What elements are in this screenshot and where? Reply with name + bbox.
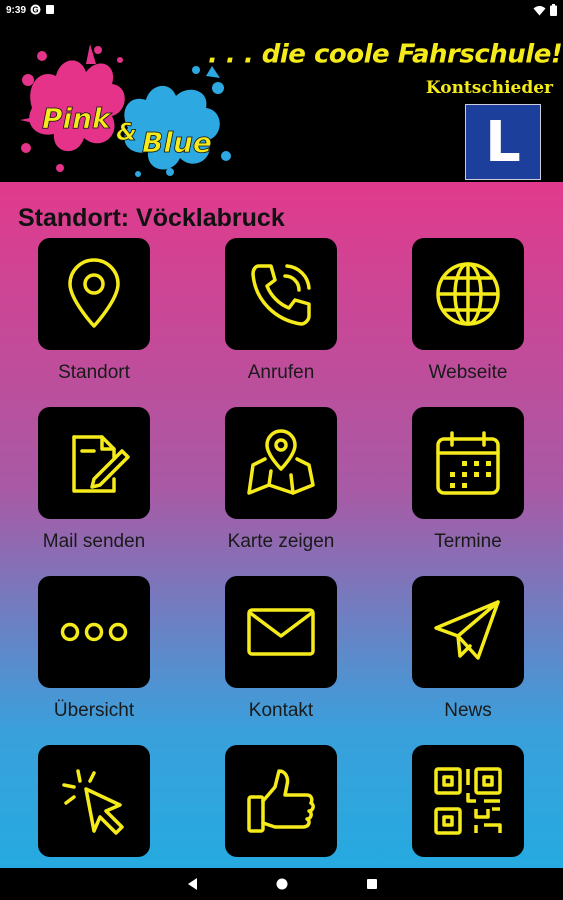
phone-icon <box>251 264 311 326</box>
tile-news-label: News <box>444 700 492 721</box>
tile-webseite-label: Webseite <box>428 362 508 383</box>
tile-qr[interactable] <box>398 745 538 868</box>
tile-anrufen-label: Anrufen <box>247 362 315 383</box>
tile-uebersicht-box[interactable] <box>38 576 150 688</box>
tile-mail-senden-box[interactable] <box>38 407 150 519</box>
tile-news-box[interactable] <box>412 576 524 688</box>
wifi-icon <box>533 5 546 15</box>
tile-news[interactable]: News <box>398 576 538 722</box>
thumbs-up-icon <box>247 769 315 833</box>
status-bar: 9:39 G <box>0 0 563 22</box>
cursor-click-icon <box>62 769 124 835</box>
tile-standort[interactable]: Standort <box>24 238 164 384</box>
main-content: Standort: Vöcklabruck Standort Anrufen W… <box>0 182 563 868</box>
tile-termine[interactable]: Termine <box>398 407 538 553</box>
recents-icon[interactable] <box>365 876 379 892</box>
tile-anrufen[interactable]: Anrufen <box>211 238 351 384</box>
edit-document-icon <box>72 435 130 493</box>
back-icon[interactable] <box>185 876 199 892</box>
system-nav-bar <box>0 868 563 900</box>
tile-anrufen-box[interactable] <box>225 238 337 350</box>
tile-karte-zeigen-label: Karte zeigen <box>227 531 335 552</box>
tile-standort-box[interactable] <box>38 238 150 350</box>
tile-kontakt-box[interactable] <box>225 576 337 688</box>
tile-cursor-box[interactable] <box>38 745 150 857</box>
paper-plane-icon <box>434 600 500 660</box>
tile-termine-label: Termine <box>434 531 502 552</box>
tile-qr-box[interactable] <box>412 745 524 857</box>
slogan: . . . die coole Fahrschule!® <box>208 38 563 70</box>
calendar-icon <box>436 431 500 495</box>
brand-name: Kontschieder <box>425 78 553 98</box>
tile-karte-zeigen[interactable]: Karte zeigen <box>211 407 351 553</box>
tile-karte-zeigen-box[interactable] <box>225 407 337 519</box>
learner-badge: L <box>465 104 541 180</box>
slogan-text: . . . die coole Fahrschule! <box>208 39 563 70</box>
notification-icon <box>46 5 54 14</box>
badge-letter: L <box>485 109 521 175</box>
tile-like[interactable] <box>211 745 351 868</box>
tile-kontakt[interactable]: Kontakt <box>211 576 351 722</box>
g-icon: G <box>30 4 41 15</box>
app-header: Pink & Blue . . . die coole Fahrschule!®… <box>0 22 563 182</box>
map-icon <box>247 429 315 495</box>
location-title: Standort: Vöcklabruck <box>18 204 285 232</box>
status-time: 9:39 <box>6 5 27 16</box>
tile-mail-senden[interactable]: Mail senden <box>24 407 164 553</box>
location-pin-icon <box>68 258 120 328</box>
logo-text-blue: Blue <box>142 126 212 159</box>
qr-code-icon <box>434 767 502 835</box>
tile-mail-senden-label: Mail senden <box>42 531 146 552</box>
globe-icon <box>436 262 500 326</box>
tile-termine-box[interactable] <box>412 407 524 519</box>
logo-text-pink: Pink <box>42 102 113 135</box>
home-icon[interactable] <box>274 876 290 892</box>
tile-like-box[interactable] <box>225 745 337 857</box>
envelope-icon <box>247 608 315 656</box>
tile-cursor[interactable] <box>24 745 164 868</box>
tile-uebersicht[interactable]: Übersicht <box>24 576 164 722</box>
battery-icon <box>550 4 557 16</box>
tile-kontakt-label: Kontakt <box>248 700 314 721</box>
more-dots-icon <box>60 622 128 642</box>
logo-ampersand: & <box>116 118 137 146</box>
tile-webseite[interactable]: Webseite <box>398 238 538 384</box>
tile-webseite-box[interactable] <box>412 238 524 350</box>
pink-blue-logo: Pink & Blue <box>20 44 231 177</box>
tile-standort-label: Standort <box>58 362 130 383</box>
tile-uebersicht-label: Übersicht <box>53 700 135 721</box>
svg-text:G: G <box>32 5 38 14</box>
